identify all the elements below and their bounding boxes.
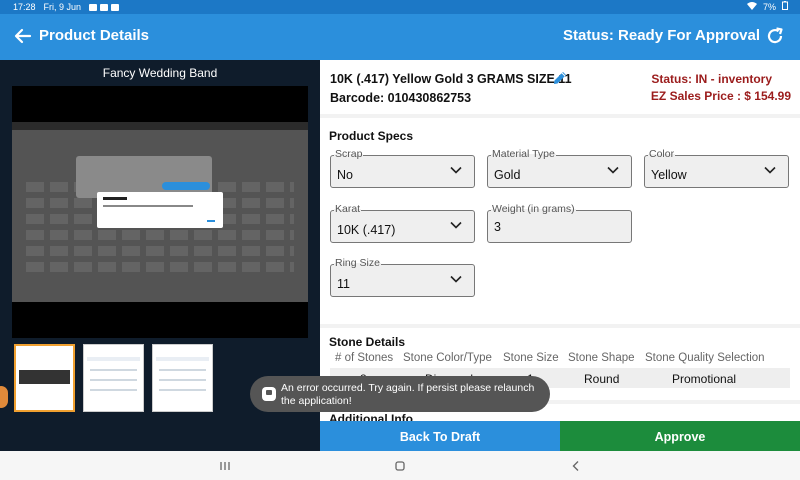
- inventory-status: Status: IN - inventory: [651, 72, 772, 86]
- field-value: Yellow: [651, 168, 687, 182]
- product-name: 10K (.417) Yellow Gold 3 GRAMS SIZE 11: [330, 72, 572, 86]
- back-to-draft-button[interactable]: Back To Draft: [320, 421, 560, 451]
- section-title: Product Specs: [329, 129, 414, 143]
- field-label: Color: [648, 148, 676, 160]
- column-header: Stone Shape: [568, 352, 635, 364]
- table-header: # of Stones Stone Color/Type Stone Size …: [320, 352, 800, 368]
- field-label: Scrap: [334, 148, 364, 160]
- back-icon[interactable]: [568, 458, 584, 474]
- clock: 17:28: [13, 2, 36, 12]
- thumbnail-2[interactable]: [83, 344, 144, 412]
- field-label: Karat: [334, 203, 362, 215]
- product-barcode: Barcode: 010430862753: [330, 91, 472, 105]
- field-value: No: [337, 168, 353, 182]
- recent-apps-icon[interactable]: [217, 458, 233, 474]
- arrow-left-icon[interactable]: [12, 25, 34, 47]
- image-detail: [12, 122, 308, 130]
- field-label: Ring Size: [334, 257, 381, 269]
- page-title: Product Details: [39, 27, 150, 44]
- battery-icon: [782, 0, 788, 14]
- notification-icons: [89, 0, 122, 14]
- pencil-icon[interactable]: [551, 69, 569, 87]
- main-product-image[interactable]: [12, 86, 308, 338]
- field-label: Weight (in grams): [491, 203, 576, 215]
- thumbnail-1[interactable]: [14, 344, 75, 412]
- home-icon[interactable]: [392, 458, 408, 474]
- field-value: 10K (.417): [337, 223, 396, 237]
- karat-dropdown[interactable]: Karat 10K (.417): [330, 203, 475, 243]
- refresh-icon[interactable]: [764, 25, 786, 47]
- field-value: 3: [494, 220, 501, 234]
- field-label: Material Type: [491, 148, 556, 160]
- approve-button[interactable]: Approve: [560, 421, 800, 451]
- error-toast: An error occurred. Try again. If persist…: [250, 376, 550, 412]
- wifi-icon: [746, 0, 757, 14]
- toast-message: An error occurred. Try again. If persist…: [281, 382, 535, 407]
- chevron-down-icon: [764, 166, 776, 174]
- column-header: Stone Size: [503, 352, 559, 364]
- system-status-bar: 17:28 Fri, 9 Jun 7%: [0, 0, 800, 14]
- app-bar: Product Details Status: Ready For Approv…: [0, 14, 800, 60]
- field-value: 11: [337, 277, 350, 291]
- chevron-down-icon: [607, 166, 619, 174]
- table-cell: Promotional: [672, 372, 737, 386]
- product-specs-section: Product Specs Scrap No Material Type Gol…: [320, 118, 800, 324]
- thumbnail-3[interactable]: [152, 344, 213, 412]
- gallery-title: Fancy Wedding Band: [102, 66, 218, 80]
- app-icon: [262, 387, 276, 401]
- column-header: Stone Quality Selection: [645, 352, 765, 364]
- material-type-dropdown[interactable]: Material Type Gold: [487, 148, 632, 188]
- date: Fri, 9 Jun: [43, 2, 82, 12]
- color-dropdown[interactable]: Color Yellow: [644, 148, 789, 188]
- chevron-down-icon: [450, 275, 462, 283]
- approval-status: Status: Ready For Approval: [563, 27, 760, 44]
- floating-handle[interactable]: [0, 386, 8, 408]
- section-title: Stone Details: [329, 335, 406, 349]
- ring-size-dropdown[interactable]: Ring Size 11: [330, 257, 475, 297]
- chevron-down-icon: [450, 221, 462, 229]
- scrap-dropdown[interactable]: Scrap No: [330, 148, 475, 188]
- field-value: Gold: [494, 168, 521, 182]
- chevron-down-icon: [450, 166, 462, 174]
- weight-input[interactable]: Weight (in grams) 3: [487, 203, 632, 243]
- column-header: Stone Color/Type: [403, 352, 492, 364]
- image-detail: [97, 192, 223, 228]
- column-header: # of Stones: [335, 352, 394, 364]
- product-header: 10K (.417) Yellow Gold 3 GRAMS SIZE 11 B…: [320, 60, 800, 114]
- table-cell: Round: [584, 372, 620, 386]
- battery-level: 7%: [762, 2, 776, 12]
- image-detail: [162, 182, 210, 190]
- system-navigation-bar: [0, 451, 800, 480]
- thumbnail-strip: [14, 344, 213, 412]
- sales-price: EZ Sales Price : $ 154.99: [650, 89, 791, 103]
